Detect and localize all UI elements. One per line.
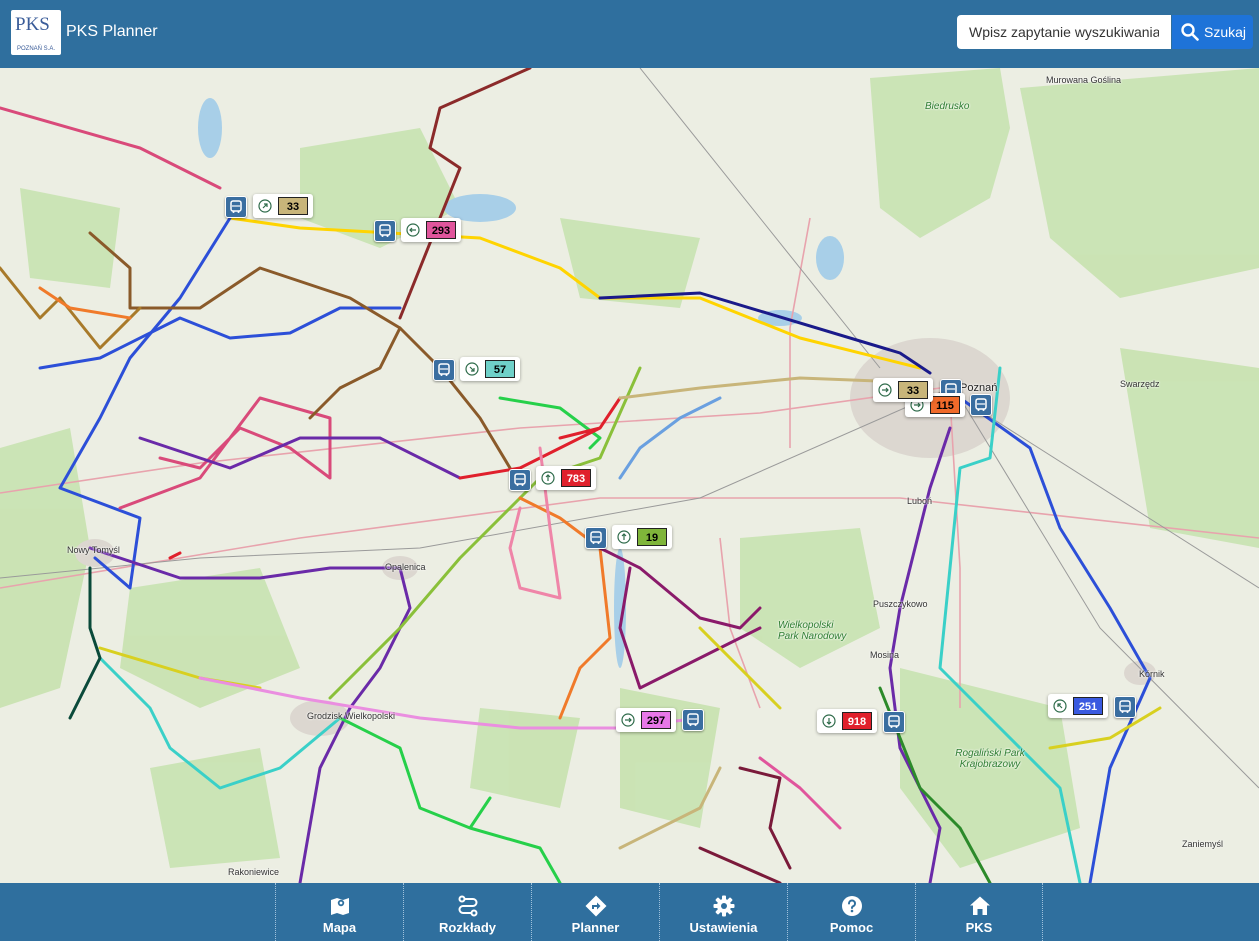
search-button-label: Szukaj bbox=[1204, 24, 1247, 40]
place-label: Opalenica bbox=[385, 562, 426, 572]
place-label: Nowy Tomyśl bbox=[67, 545, 120, 555]
bus-marker[interactable]: 33 bbox=[873, 378, 933, 402]
nav-label: Pomoc bbox=[829, 920, 874, 935]
nav-label: Mapa bbox=[322, 920, 357, 935]
place-label: Kórnik bbox=[1139, 669, 1165, 679]
bus-stop-icon[interactable] bbox=[509, 469, 531, 491]
bus-route-number: 297 bbox=[641, 711, 671, 729]
direction-up-icon bbox=[617, 530, 631, 544]
nav-label: Planner bbox=[571, 920, 620, 935]
bus-marker[interactable]: 251 bbox=[1048, 694, 1108, 718]
bus-route-number: 918 bbox=[842, 712, 872, 730]
nav-label: Ustawienia bbox=[689, 920, 758, 935]
nav-ustawienia[interactable]: Ustawienia bbox=[659, 883, 787, 941]
bus-marker[interactable]: 19 bbox=[612, 525, 672, 549]
bus-route-number: 33 bbox=[278, 197, 308, 215]
bus-route-number: 57 bbox=[485, 360, 515, 378]
place-label: Grodzisk Wielkopolski bbox=[307, 711, 396, 721]
search-icon bbox=[1181, 23, 1199, 41]
direction-up-icon bbox=[541, 471, 555, 485]
bus-route-number: 783 bbox=[561, 469, 591, 487]
pks-logo[interactable]: PKS POZNAŃ S.A. bbox=[11, 10, 61, 55]
place-label: Zaniemyśl bbox=[1182, 839, 1224, 849]
bus-route-number: 293 bbox=[426, 221, 456, 239]
search-button[interactable]: Szukaj bbox=[1172, 15, 1253, 49]
place-label: Poznań bbox=[960, 382, 998, 394]
bus-marker[interactable]: 57 bbox=[460, 357, 520, 381]
logo-subtext: POZNAŃ S.A. bbox=[17, 46, 56, 52]
bus-marker[interactable]: 297 bbox=[616, 708, 676, 732]
map-background bbox=[0, 68, 1259, 883]
nav-planner[interactable]: Planner bbox=[531, 883, 659, 941]
nav-rozklady[interactable]: Rozkłady bbox=[403, 883, 531, 941]
bus-route-number: 115 bbox=[930, 396, 960, 414]
app-header: PKS POZNAŃ S.A. PKS Planner Szukaj bbox=[0, 0, 1259, 68]
route-icon bbox=[458, 895, 478, 917]
place-label: Puszczykowo bbox=[873, 599, 928, 609]
direction-down-right-icon bbox=[465, 362, 479, 376]
direction-right-icon bbox=[878, 383, 892, 397]
gear-icon bbox=[713, 895, 735, 917]
app-title: PKS Planner bbox=[66, 23, 158, 40]
map-view[interactable]: Murowana Goślina Biedrusko Poznań Swarzę… bbox=[0, 68, 1259, 883]
nav-pks[interactable]: PKS bbox=[915, 883, 1043, 941]
bus-marker[interactable]: 33 bbox=[253, 194, 313, 218]
place-label: Rakoniewice bbox=[228, 867, 280, 877]
bus-stop-icon[interactable] bbox=[970, 394, 992, 416]
park-label: Wielkopolski Park Narodowy bbox=[778, 620, 847, 642]
direction-left-icon bbox=[406, 223, 420, 237]
nav-label: PKS bbox=[965, 920, 993, 935]
bus-route-number: 19 bbox=[637, 528, 667, 546]
nav-mapa[interactable]: Mapa bbox=[275, 883, 403, 941]
bus-stop-icon[interactable] bbox=[1114, 696, 1136, 718]
help-icon bbox=[842, 896, 862, 916]
park-label: Rogaliński Park Krajobrazowy bbox=[955, 748, 1025, 770]
place-label: Biedrusko bbox=[925, 101, 970, 112]
bus-marker[interactable]: 783 bbox=[536, 466, 596, 490]
bus-route-number: 251 bbox=[1073, 697, 1103, 715]
bus-marker[interactable]: 918 bbox=[817, 709, 877, 733]
bottom-navigation: Mapa Rozkłady Planner Ustawienia Pomoc P… bbox=[0, 883, 1259, 941]
search-input[interactable] bbox=[957, 15, 1171, 49]
directions-icon bbox=[585, 895, 607, 917]
nav-label: Rozkłady bbox=[438, 920, 497, 935]
bus-route-number: 33 bbox=[898, 381, 928, 399]
place-label: Mosina bbox=[870, 650, 900, 660]
home-icon bbox=[970, 896, 990, 915]
bus-stop-icon[interactable] bbox=[682, 709, 704, 731]
bus-stop-icon[interactable] bbox=[433, 359, 455, 381]
place-label: Luboń bbox=[907, 496, 933, 506]
map-icon bbox=[331, 898, 349, 915]
direction-right-icon bbox=[621, 713, 635, 727]
bus-stop-icon[interactable] bbox=[585, 527, 607, 549]
place-label: Swarzędz bbox=[1120, 379, 1160, 389]
bus-stop-icon[interactable] bbox=[883, 711, 905, 733]
nav-pomoc[interactable]: Pomoc bbox=[787, 883, 915, 941]
bus-stop-icon[interactable] bbox=[225, 196, 247, 218]
bus-marker[interactable]: 293 bbox=[401, 218, 461, 242]
place-label: Murowana Goślina bbox=[1046, 75, 1122, 85]
bus-stop-icon[interactable] bbox=[374, 220, 396, 242]
direction-up-right-icon bbox=[258, 199, 272, 213]
direction-down-icon bbox=[822, 714, 836, 728]
logo-text: PKS bbox=[15, 14, 50, 35]
direction-up-left-icon bbox=[1053, 699, 1067, 713]
